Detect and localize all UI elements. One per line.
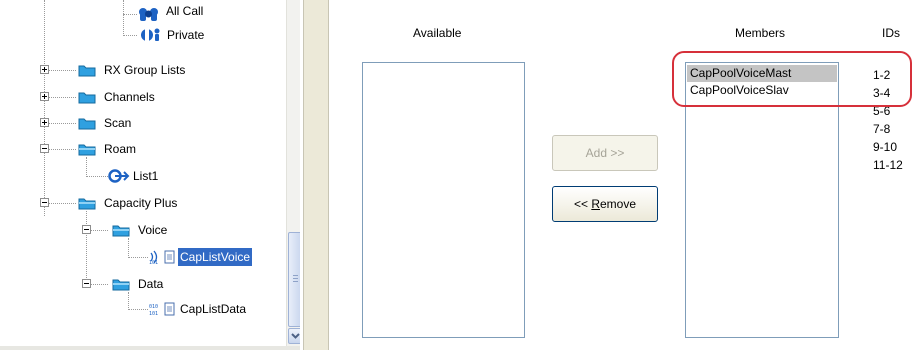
group-call-icon [139,8,158,21]
tree-item-label: List1 [133,169,159,183]
grip-line [293,278,298,279]
id-value: 7-8 [873,122,891,136]
folder-icon [78,65,96,77]
available-header: Available [413,26,462,40]
tree-item-capacity-plus[interactable]: Capacity Plus [0,194,280,212]
members-header: Members [735,26,786,40]
tree-item-label: Roam [104,142,137,156]
list-item[interactable]: CapPoolVoiceMast [687,65,837,82]
collapse-icon[interactable] [82,279,91,288]
id-value: 1-2 [873,68,891,82]
tree-item-label: Scan [104,116,132,130]
svg-text:101: 101 [149,260,158,265]
collapse-icon[interactable] [40,144,49,153]
roam-list-icon [108,169,130,183]
id-value: 5-6 [873,104,891,118]
grip-line [293,275,298,276]
tree-item-caplistdata[interactable]: 010 101 CapListData [0,300,280,318]
grip-line [293,281,298,282]
tree-item-all-call[interactable]: All Call [0,4,280,23]
remove-button[interactable]: << Remove [552,186,658,222]
scrollbar-thumb[interactable] [288,232,300,327]
folder-icon [78,92,96,104]
tree-item-caplistvoice[interactable]: 101 CapListVoice [0,248,280,266]
pane-splitter[interactable] [303,0,329,350]
folder-open-icon [112,279,130,291]
tree-item-data[interactable]: Data [0,275,280,293]
tree-vertical-scrollbar[interactable] [286,0,300,346]
tree-item-label: Data [138,277,164,291]
expand-icon[interactable] [40,92,49,101]
tree-item-label: RX Group Lists [104,63,186,77]
id-value: 9-10 [873,140,898,154]
tree-item-voice[interactable]: Voice [0,221,280,239]
expand-icon[interactable] [40,118,49,127]
chevron-down-icon [291,333,300,339]
collapse-icon[interactable] [40,198,49,207]
id-value: 3-4 [873,86,891,100]
ids-header: IDs [882,26,900,40]
tree-item-label: Private [167,28,205,42]
folder-open-icon [78,198,96,210]
remove-label-rest: emove [600,197,637,211]
tree-item-label: CapListVoice [178,248,253,266]
tree-item-label: CapListData [180,302,247,316]
remove-label-prefix: << [573,197,592,211]
tree-item-label: All Call [166,4,204,18]
tree-item-label: Channels [104,90,155,104]
folder-icon [78,118,96,130]
tree-item-private[interactable]: Private [0,26,280,44]
tree-item-label: Capacity Plus [104,196,178,210]
collapse-icon[interactable] [82,225,91,234]
remove-label-accel: R [591,197,600,211]
expand-icon[interactable] [40,65,49,74]
tree-item-roam[interactable]: Roam [0,140,280,158]
members-list[interactable]: CapPoolVoiceMast CapPoolVoiceSlav [685,62,839,338]
tree-horizontal-scrollbar[interactable] [0,346,300,350]
id-value: 11-12 [873,158,903,172]
available-list[interactable] [362,62,525,338]
tree-item-label: Voice [138,223,168,237]
tree-view[interactable]: All Call Private RX Group Lists Channels… [0,0,300,350]
svg-text:101: 101 [149,311,158,317]
scroll-down-button[interactable] [288,328,300,344]
folder-open-icon [112,225,130,237]
private-call-icon [141,28,160,41]
tree-item-list1[interactable]: List1 [0,167,280,185]
add-button[interactable]: Add >> [552,135,658,171]
svg-text:010: 010 [149,304,158,310]
tree-item-channels[interactable]: Channels [0,88,280,106]
tree-item-scan[interactable]: Scan [0,114,280,132]
voice-list-icon: 101 [149,250,175,265]
list-item[interactable]: CapPoolVoiceSlav [687,82,837,99]
tree-item-rx-group-lists[interactable]: RX Group Lists [0,61,280,79]
data-list-icon: 010 101 [149,302,175,317]
folder-open-icon [78,144,96,156]
